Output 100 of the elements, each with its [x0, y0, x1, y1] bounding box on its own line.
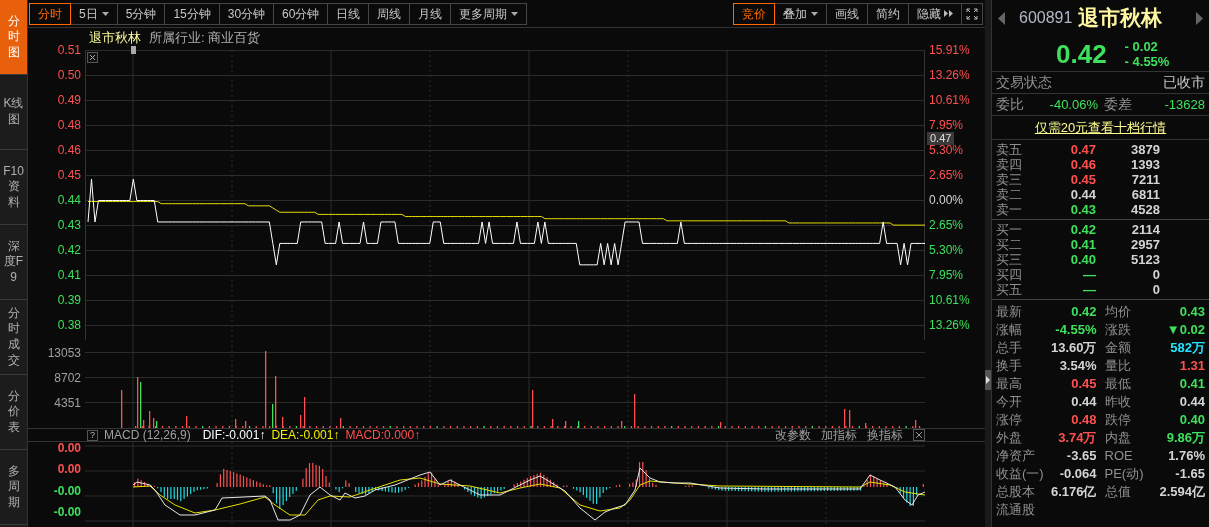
stat-label: 昨收: [1104, 393, 1131, 412]
stock-code: 600891: [1019, 8, 1073, 28]
stat-value: 6.176亿: [1050, 483, 1097, 502]
toolbar-button[interactable]: 月线: [409, 2, 452, 25]
toolbar-button[interactable]: 60分钟: [273, 2, 329, 25]
stat-label: 今开: [996, 393, 1022, 412]
toolbar-button[interactable]: 15分钟: [164, 2, 220, 25]
order-price: 0.44: [1069, 187, 1096, 202]
axis-label: 0.42: [57, 244, 81, 257]
order-level-label: 卖三: [995, 172, 1023, 187]
stat-value: ▼0.02: [1166, 321, 1205, 340]
axis-label: 7.95%: [929, 269, 964, 282]
stat-label: 量比: [1104, 357, 1131, 376]
stat-label: 流通股: [996, 501, 1035, 520]
toolbar-button[interactable]: 周线: [368, 2, 411, 25]
stat-value: 582万: [1170, 339, 1205, 358]
macd-value: MACD:0.000↑: [345, 429, 421, 441]
order-level-label: 卖五: [995, 142, 1023, 157]
axis-label: 0.46: [57, 144, 81, 157]
ratio-label: 委比: [996, 95, 1025, 114]
axis-label: 4351: [54, 394, 81, 412]
stat-value: 3.54%: [1059, 357, 1097, 376]
stat-value: 0.48: [1071, 411, 1097, 430]
axis-label: -0.00: [53, 484, 81, 497]
toolbar-button[interactable]: 简约: [867, 2, 909, 25]
indicator-action[interactable]: 加指标: [821, 429, 857, 441]
toolbar-button[interactable]: 30分钟: [218, 2, 275, 25]
indicator-name: MACD (12,26,9): [104, 429, 191, 441]
toolbar-button[interactable]: 更多周期: [450, 2, 528, 25]
order-level-label: 买五: [995, 282, 1023, 297]
order-price: 0.45: [1069, 172, 1096, 187]
axis-label: 0.43: [57, 219, 81, 232]
stat-value: 13.60万: [1050, 339, 1097, 358]
order-level-label: 买四: [995, 267, 1023, 282]
toolbar-button[interactable]: 竞价: [733, 2, 775, 25]
order-price: 0.47: [1069, 142, 1096, 157]
axis-label: -0.00: [53, 505, 81, 518]
axis-label: 10.61%: [929, 94, 970, 107]
order-price: 0.42: [1069, 222, 1096, 237]
toolbar-button[interactable]: 叠加: [774, 2, 827, 25]
status-label: 交易状态: [996, 73, 1052, 92]
stat-value: -4.55%: [1055, 321, 1097, 340]
dea-value: DEA:-0.001↑: [271, 429, 340, 441]
order-volume: 4528: [1130, 202, 1160, 217]
axis-label: 0.50: [57, 69, 81, 82]
promo-link[interactable]: 仅需20元查看十档行情: [1034, 117, 1167, 138]
axis-label: 0.00: [57, 442, 81, 454]
stat-value: 1.76%: [1168, 447, 1205, 466]
stat-label: ROE: [1104, 447, 1133, 466]
dif-value: DIF:-0.001↑: [202, 429, 266, 441]
stat-value: 0.41: [1179, 375, 1205, 394]
toolbar-button[interactable]: 5日: [70, 2, 118, 25]
stat-value: 0.42: [1071, 303, 1097, 322]
stat-label: 内盘: [1104, 429, 1131, 448]
stat-label: 涨跌: [1104, 321, 1131, 340]
order-volume: 1393: [1130, 157, 1160, 172]
order-volume: 2114: [1130, 222, 1160, 237]
axis-label: 0.44: [57, 194, 81, 207]
toolbar-button[interactable]: 隐藏: [908, 2, 962, 25]
toolbar-button[interactable]: 日线: [327, 2, 370, 25]
stat-label: 涨停: [996, 411, 1022, 430]
toolbar-button[interactable]: 5分钟: [116, 2, 166, 25]
order-price: 0.41: [1069, 237, 1096, 252]
order-level-label: 卖四: [995, 157, 1023, 172]
axis-label: 7.95%: [929, 119, 964, 132]
axis-label: 2.65%: [929, 169, 964, 182]
order-volume: 0: [1151, 267, 1160, 282]
order-price: —: [1082, 267, 1096, 282]
order-volume: 3879: [1130, 142, 1160, 157]
toolbar-button[interactable]: 分时: [29, 2, 71, 25]
stat-label: 收益(一): [996, 465, 1044, 484]
help-button[interactable]: ?: [87, 429, 98, 441]
order-volume: 2957: [1130, 237, 1160, 252]
axis-label: 13.26%: [929, 319, 970, 332]
axis-label: 0.51: [57, 44, 81, 57]
stat-value: 0.44: [1179, 393, 1205, 412]
axis-label: 0.38: [57, 319, 81, 332]
stat-label: 金额: [1104, 339, 1131, 358]
order-volume: 6811: [1130, 187, 1160, 202]
stat-label: 跌停: [1104, 411, 1131, 430]
indicator-action[interactable]: 改参数: [775, 429, 811, 441]
stat-label: 净资产: [996, 447, 1035, 466]
stock-name: 退市秋林: [1078, 5, 1163, 32]
axis-label: 5.30%: [929, 144, 964, 157]
cursor-price-label: 0.47: [927, 132, 955, 145]
stat-value: 9.86万: [1166, 429, 1205, 448]
price-change-percent: - 4.55%: [1124, 53, 1170, 69]
indicator-action[interactable]: 换指标: [867, 429, 903, 441]
order-price: 0.46: [1069, 157, 1096, 172]
order-level-label: 买一: [995, 222, 1023, 237]
stat-label: 最低: [1104, 375, 1131, 394]
toolbar-button[interactable]: 画线: [826, 2, 868, 25]
stat-value: 0.43: [1179, 303, 1205, 322]
stat-label: 最高: [996, 375, 1022, 394]
axis-label: 13.26%: [929, 69, 970, 82]
order-level-label: 买二: [995, 237, 1023, 252]
stat-value: 0.40: [1179, 411, 1205, 430]
stat-label: 涨幅: [996, 321, 1022, 340]
axis-label: 0.00: [57, 463, 81, 476]
axis-label: 15.91%: [929, 44, 970, 57]
